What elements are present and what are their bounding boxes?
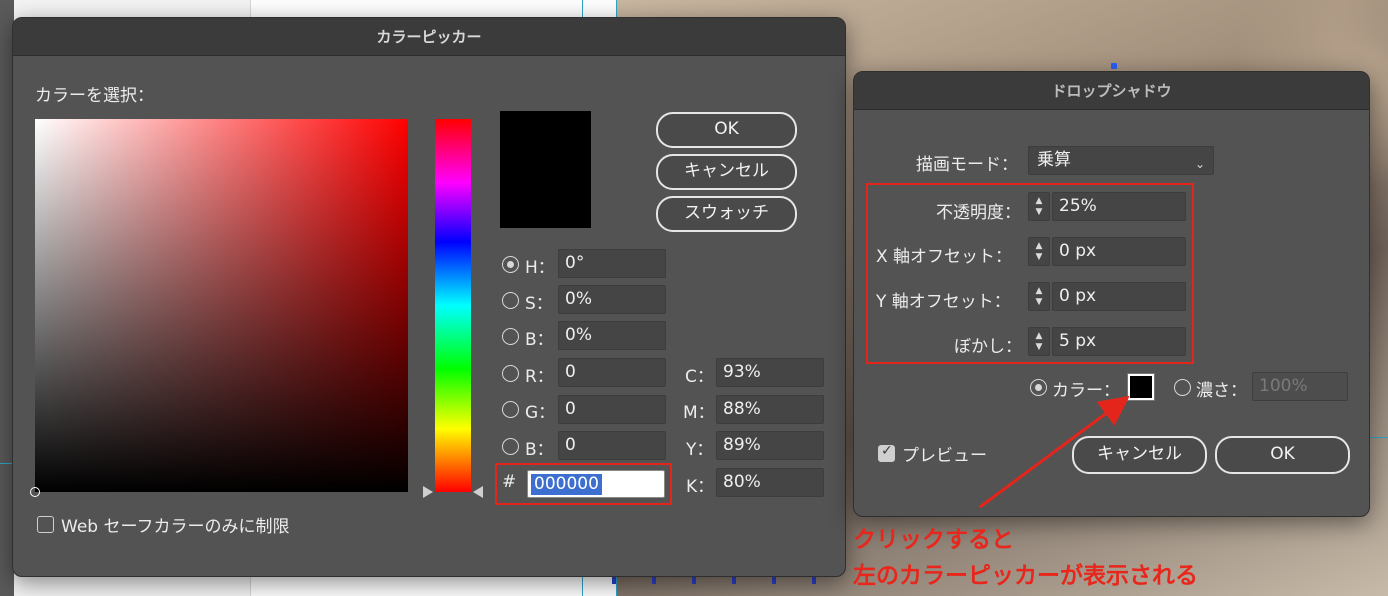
x-offset-field[interactable]: 0 px [1052, 237, 1186, 266]
ok-button[interactable]: OK [656, 112, 797, 148]
blue-label: B： [525, 440, 554, 460]
y-label: Y： [686, 440, 714, 460]
darkness-label: 濃さ： [1196, 381, 1247, 401]
annotation-line-2: 左のカラーピッカーが表示される [853, 563, 1198, 589]
annotation-line-1: クリックすると [853, 527, 1014, 553]
y-field[interactable]: 89% [716, 431, 824, 460]
g-field[interactable]: 0 [558, 395, 666, 424]
s-label: S： [525, 294, 553, 314]
guide-line [1370, 437, 1388, 438]
m-field[interactable]: 88% [716, 395, 824, 424]
y-offset-label: Y 軸オフセット： [876, 292, 1011, 312]
g-radio[interactable] [502, 401, 519, 418]
g-label: G： [525, 403, 556, 423]
blur-field[interactable]: 5 px [1052, 327, 1186, 356]
blue-radio[interactable] [502, 438, 519, 455]
r-field[interactable]: 0 [558, 358, 666, 387]
blend-mode-value: 乗算 [1037, 150, 1071, 170]
opacity-label: 不透明度： [936, 203, 1021, 223]
new-color-preview [500, 111, 591, 228]
hue-slider-handle-left[interactable] [423, 486, 433, 498]
swatches-button[interactable]: スウォッチ [656, 196, 797, 232]
shadow-color-swatch[interactable] [1127, 373, 1155, 401]
x-offset-label: X 軸オフセット： [876, 247, 1013, 267]
opacity-stepper[interactable]: ▲ ▼ [1028, 192, 1050, 221]
dialog-title: ドロップシャドウ [854, 72, 1369, 110]
color-label: カラー： [1052, 381, 1120, 401]
h-field[interactable]: 0° [558, 249, 666, 278]
s-field[interactable]: 0% [558, 285, 666, 314]
r-radio[interactable] [502, 365, 519, 382]
blend-mode-select[interactable]: 乗算 ⌄ [1028, 146, 1214, 175]
color-radio[interactable] [1030, 379, 1047, 396]
dialog-title: カラーピッカー [13, 18, 845, 56]
y-offset-stepper[interactable]: ▲ ▼ [1028, 282, 1050, 311]
h-radio[interactable] [502, 256, 519, 273]
s-radio[interactable] [502, 292, 519, 309]
cancel-button[interactable]: キャンセル [656, 154, 797, 190]
c-label: C： [685, 367, 714, 387]
color-marker[interactable] [30, 487, 40, 497]
saturation-brightness-field[interactable] [35, 119, 408, 492]
darkness-radio[interactable] [1174, 379, 1191, 396]
chevron-down-icon: ⌄ [1194, 157, 1205, 171]
b-radio[interactable] [502, 328, 519, 345]
blend-mode-label: 描画モード： [916, 155, 1018, 175]
darkness-field-disabled: 100% [1252, 372, 1348, 401]
hue-slider[interactable] [435, 119, 471, 492]
blur-stepper[interactable]: ▲ ▼ [1028, 327, 1050, 356]
k-label: K： [686, 477, 715, 497]
color-picker-dialog: カラーピッカー カラーを選択： OK キャンセル スウォッチ H： 0° S： … [12, 17, 846, 577]
h-label: H： [525, 258, 555, 278]
blue-field[interactable]: 0 [558, 431, 666, 460]
drop-shadow-dialog: ドロップシャドウ 描画モード： 乗算 ⌄ 不透明度： ▲ ▼ 25% X 軸オフセ… [853, 71, 1370, 517]
c-field[interactable]: 93% [716, 358, 824, 387]
hex-highlight-box [495, 463, 672, 505]
preview-checkbox[interactable] [878, 443, 895, 462]
preview-label: プレビュー [902, 446, 987, 466]
web-safe-label: Web セーフカラーのみに制限 [61, 517, 290, 537]
anchor-point [1111, 63, 1117, 69]
b-label: B： [525, 330, 554, 350]
m-label: M： [683, 403, 715, 423]
cancel-button[interactable]: キャンセル [1072, 436, 1207, 474]
select-color-label: カラーを選択： [35, 86, 154, 106]
x-offset-stepper[interactable]: ▲ ▼ [1028, 237, 1050, 266]
ok-button[interactable]: OK [1215, 436, 1350, 474]
b-field[interactable]: 0% [558, 321, 666, 350]
r-label: R： [525, 367, 554, 387]
opacity-field[interactable]: 25% [1052, 192, 1186, 221]
y-offset-field[interactable]: 0 px [1052, 282, 1186, 311]
hue-slider-handle-right[interactable] [473, 486, 483, 498]
blur-label: ぼかし： [954, 337, 1022, 357]
k-field[interactable]: 80% [716, 468, 824, 497]
web-safe-checkbox[interactable] [37, 516, 54, 533]
